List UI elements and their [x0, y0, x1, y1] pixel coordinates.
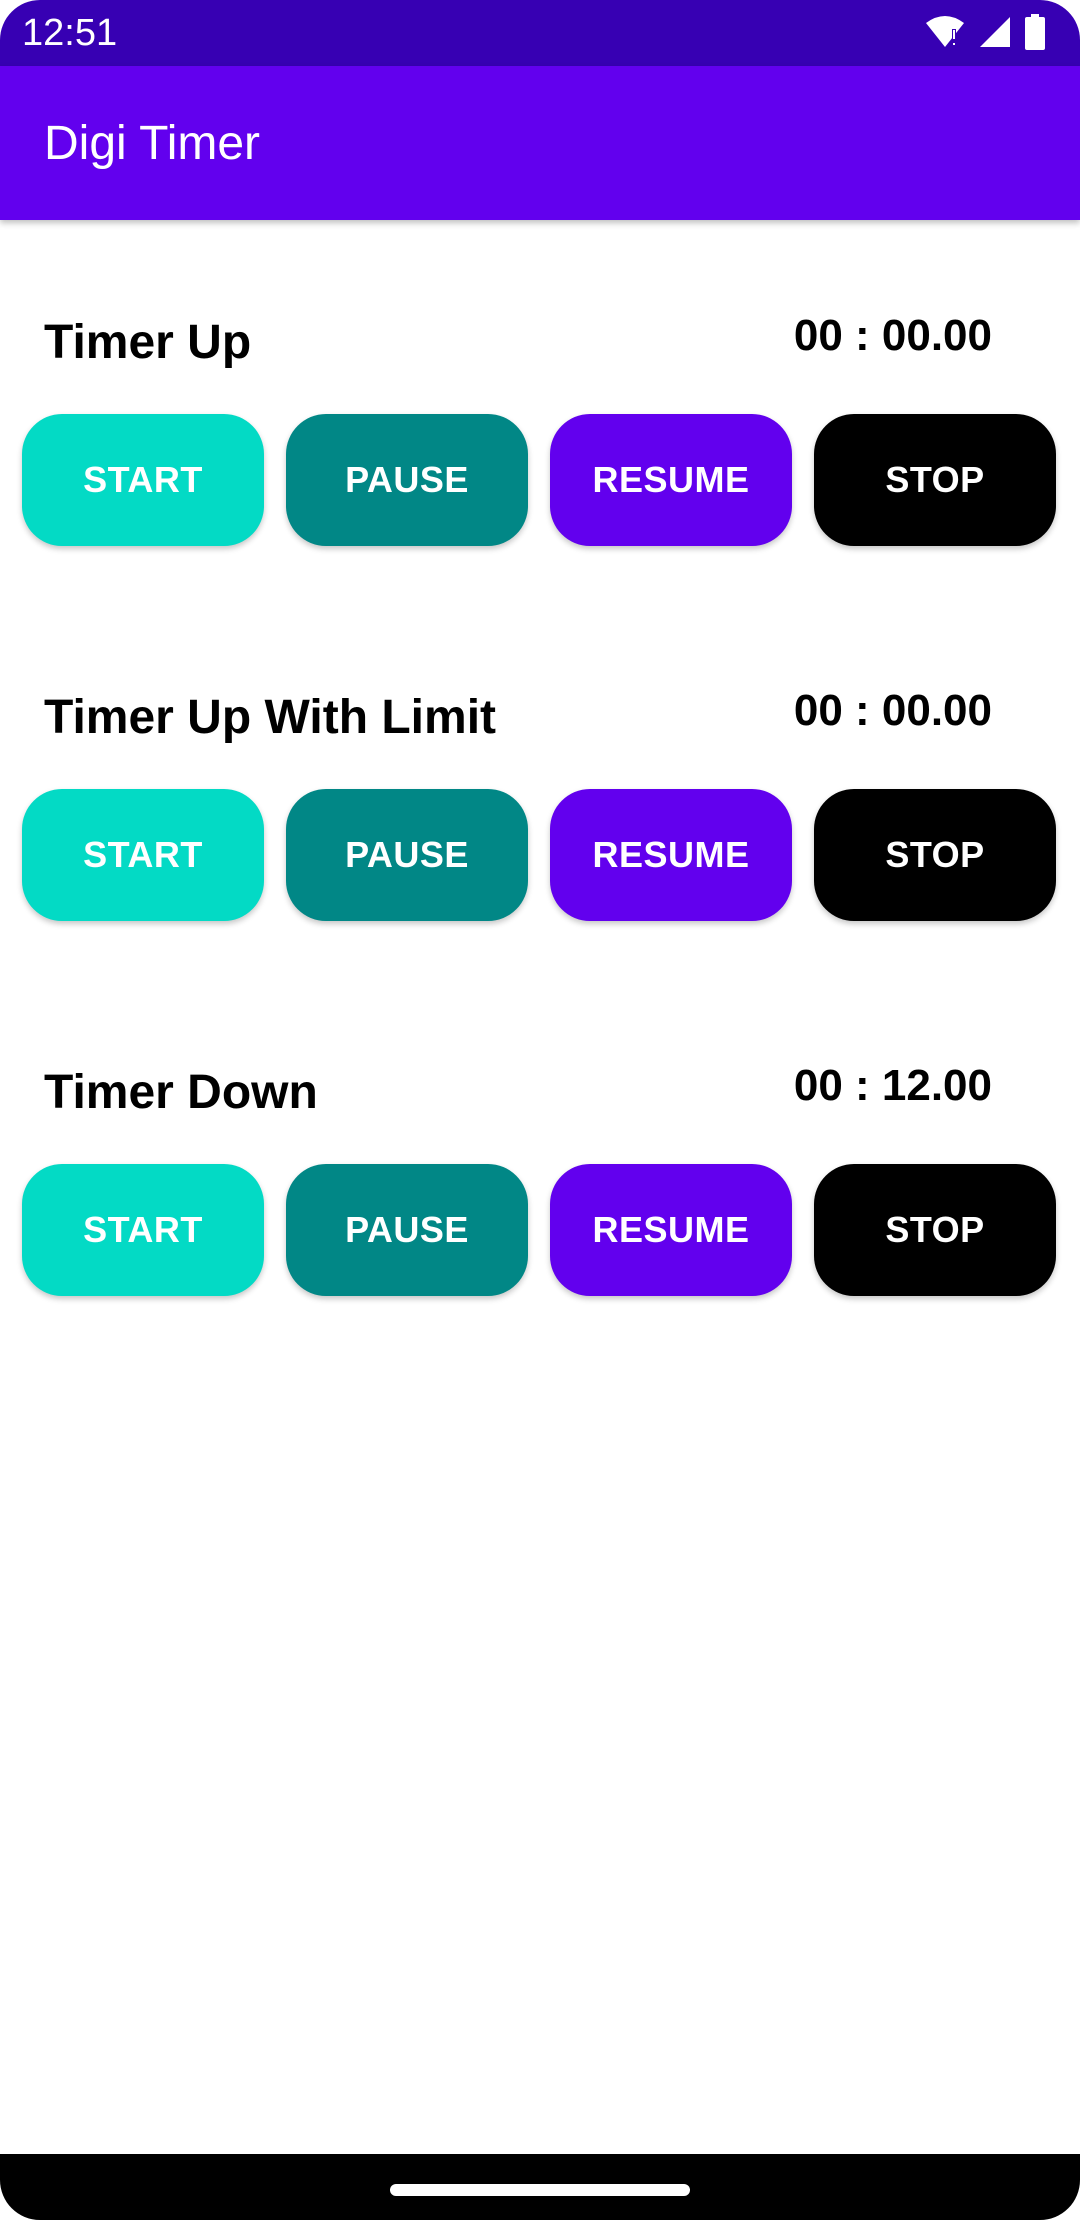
- stop-button[interactable]: STOP: [814, 1164, 1056, 1296]
- screen: 12:51 Digi Timer Timer Up 00: 00.00 STA…: [0, 0, 1080, 2220]
- resume-button[interactable]: RESUME: [550, 1164, 792, 1296]
- navigation-bar: [0, 2154, 1080, 2220]
- pause-button[interactable]: PAUSE: [286, 1164, 528, 1296]
- app-bar: Digi Timer: [0, 66, 1080, 220]
- stop-button[interactable]: STOP: [814, 789, 1056, 921]
- timer-value: 00 : 12.00: [793, 1061, 992, 1110]
- cellular-signal-icon: [978, 15, 1012, 49]
- pause-button[interactable]: PAUSE: [286, 789, 528, 921]
- resume-button[interactable]: RESUME: [550, 414, 792, 546]
- stop-button[interactable]: STOP: [814, 414, 1056, 546]
- timer-section-down: Timer Down 00 : 12.00 START PAUSE RESUME…: [0, 1061, 1080, 1324]
- button-row: START PAUSE RESUME STOP: [22, 1164, 1058, 1296]
- app-title: Digi Timer: [44, 117, 261, 170]
- wifi-alert-icon: [924, 15, 966, 49]
- timer-label: Timer Up With Limit: [44, 691, 497, 744]
- timer-label: Timer Up: [44, 316, 252, 369]
- start-button[interactable]: START: [22, 1164, 264, 1296]
- timer-section-up: Timer Up 00 : 00.00 START PAUSE RESUME S…: [0, 311, 1080, 574]
- start-button[interactable]: START: [22, 414, 264, 546]
- status-bar: 12:51: [0, 0, 1080, 66]
- timer-value: 00 : 00.00: [793, 686, 992, 735]
- battery-icon: [1024, 14, 1046, 50]
- timer-label: Timer Down: [44, 1066, 318, 1119]
- status-time: 12:51: [22, 12, 118, 54]
- home-handle[interactable]: [390, 2184, 690, 2196]
- pause-button[interactable]: PAUSE: [286, 414, 528, 546]
- start-button[interactable]: START: [22, 789, 264, 921]
- timer-value: 00 : 00.00: [793, 311, 992, 360]
- button-row: START PAUSE RESUME STOP: [22, 414, 1058, 546]
- timer-section-up-limit: Timer Up With Limit 00 : 00.00 START PAU…: [0, 686, 1080, 949]
- status-icons: [924, 14, 1046, 50]
- resume-button[interactable]: RESUME: [550, 789, 792, 921]
- button-row: START PAUSE RESUME STOP: [22, 789, 1058, 921]
